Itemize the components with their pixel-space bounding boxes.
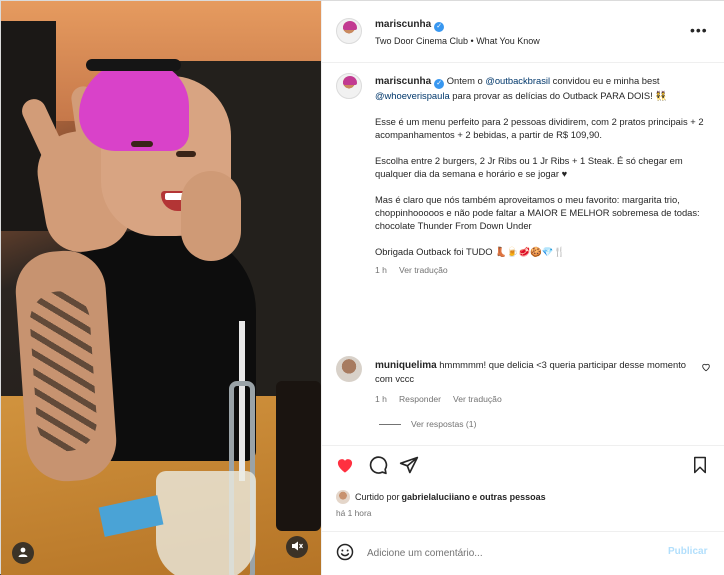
likes-summary: Curtido por gabrielaluciiano e outras pe… [336, 490, 546, 504]
likes-prefix: Curtido por [355, 492, 400, 502]
view-replies-label: Ver respostas (1) [411, 419, 477, 429]
caption-author-avatar[interactable] [336, 73, 362, 99]
chin-hand [181, 171, 241, 261]
eye-right [176, 151, 196, 157]
tagged-users-button[interactable] [12, 542, 34, 564]
share-button[interactable] [398, 455, 420, 477]
liker-avatar[interactable] [336, 490, 350, 504]
caption-meta: 1 h Ver tradução [375, 264, 705, 277]
eye-left [131, 141, 153, 147]
mute-button[interactable] [286, 536, 308, 558]
replies-divider-line [379, 423, 401, 425]
person-arm [13, 248, 119, 484]
post-media-video[interactable] [1, 1, 321, 575]
author-avatar[interactable] [336, 18, 362, 44]
comment-time[interactable]: 1 h [375, 394, 387, 404]
comment-reply-button[interactable]: Responder [399, 394, 441, 404]
caption-paragraph-2: Esse é um menu perfeito para 2 pessoas d… [375, 116, 704, 140]
likes-others-link[interactable]: e outras pessoas [472, 492, 546, 502]
post-details-panel: mariscunha ✓ Two Door Cinema Club • What … [321, 1, 724, 575]
more-options-icon[interactable]: ••• [690, 23, 708, 37]
comment-like-heart-icon[interactable] [701, 362, 711, 375]
margarita-glass [156, 471, 256, 575]
sunglasses-on-head [86, 59, 181, 71]
commenter-username[interactable]: muniquelima [375, 360, 437, 371]
caption-verified-badge-icon: ✓ [434, 79, 445, 89]
save-button[interactable] [689, 455, 711, 477]
caption-paragraph-3: Escolha entre 2 burgers, 2 Jr Ribs ou 1 … [375, 155, 683, 179]
post-header: mariscunha ✓ Two Door Cinema Club • What … [322, 1, 724, 63]
caption-time[interactable]: 1 h [375, 265, 387, 275]
comments-section: mariscunha ✓ Ontem o @outbackbrasil convi… [322, 64, 724, 444]
comment-translate-link[interactable]: Ver tradução [453, 394, 502, 404]
mention-link[interactable]: @whoeverispaula [375, 90, 450, 101]
caption-text: mariscunha ✓ Ontem o @outbackbrasil convi… [375, 74, 705, 277]
liker-username[interactable]: gabrielaluciiano [402, 492, 471, 502]
post-dialog: mariscunha ✓ Two Door Cinema Club • What … [0, 0, 724, 575]
commenter-avatar[interactable] [336, 356, 362, 382]
user-icon [17, 546, 29, 561]
caption-text-segment: Ontem o [446, 75, 486, 86]
caption-text-segment: para provar as delícias do Outback PARA … [449, 90, 667, 101]
view-replies-button[interactable]: Ver respostas (1) [379, 419, 476, 429]
comment-button[interactable] [367, 455, 389, 477]
verified-badge-icon: ✓ [434, 22, 445, 32]
smiley-icon [336, 543, 354, 564]
caption-paragraph-1: mariscunha ✓ Ontem o @outbackbrasil convi… [375, 74, 705, 102]
add-comment-bar: Publicar [322, 531, 724, 575]
publish-button[interactable]: Publicar [668, 546, 707, 557]
speech-bubble-icon [368, 455, 388, 478]
caption-username[interactable]: mariscunha [375, 76, 431, 87]
comment-input[interactable] [367, 544, 657, 562]
comment-meta: 1 h Responder Ver tradução [375, 393, 695, 406]
audio-track[interactable]: Two Door Cinema Club • What You Know [375, 36, 540, 46]
post-timestamp[interactable]: há 1 hora [336, 508, 371, 518]
bookmark-icon [691, 456, 709, 477]
mention-link[interactable]: @outbackbrasil [485, 75, 550, 86]
comment-item: muniquelima hmmmmm! que delicia <3 queri… [375, 358, 695, 406]
like-button[interactable] [334, 455, 356, 477]
person-hair [79, 61, 189, 151]
speaker-muted-icon [291, 540, 303, 555]
caption-translate-link[interactable]: Ver tradução [399, 265, 448, 275]
author-line: mariscunha ✓ [375, 19, 445, 32]
emoji-button[interactable] [334, 542, 356, 564]
caption-text-segment: convidou eu e minha best [550, 75, 660, 86]
heart-filled-icon [335, 455, 355, 478]
menu-card [276, 381, 321, 531]
caption-paragraph-4: Mas é claro que nós também aproveitamos … [375, 194, 700, 231]
author-username[interactable]: mariscunha [375, 19, 431, 30]
post-actions: Curtido por gabrielaluciiano e outras pe… [322, 445, 724, 531]
caption-paragraph-5: Obrigada Outback foi TUDO 👢🍺🥩🍪💎🍴 [375, 246, 566, 257]
paper-plane-icon [399, 455, 419, 478]
